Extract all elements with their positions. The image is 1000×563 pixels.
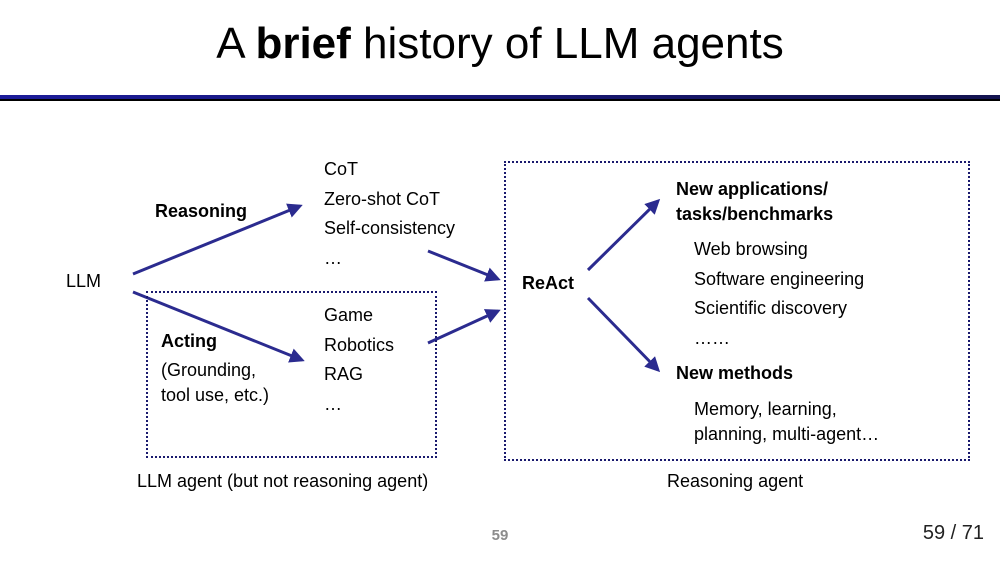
reasoning-agent-caption: Reasoning agent	[667, 471, 804, 491]
reasoning-list: CoT Zero-shot CoT Self-consistency …	[324, 158, 455, 276]
list-item: Self-consistency	[324, 218, 456, 238]
list-item: Game	[324, 305, 374, 325]
acting-sub-1: (Grounding,	[161, 360, 257, 380]
new-apps-line-1: New applications/	[676, 179, 829, 199]
acting-sub-2: tool use, etc.)	[161, 385, 270, 405]
list-item: ……	[694, 327, 730, 348]
arrow-acting-to-react	[427, 309, 501, 345]
methods-line-2: planning, multi-agent…	[694, 424, 880, 444]
list-item: RAG	[324, 364, 364, 384]
new-apps-line-2: tasks/benchmarks	[676, 204, 834, 224]
list-item: Scientific discovery	[694, 298, 848, 318]
llm-agent-caption: LLM agent (but not reasoning agent)	[137, 471, 429, 491]
list-item: CoT	[324, 159, 359, 179]
list-item: …	[324, 393, 342, 414]
list-item: Web browsing	[694, 239, 808, 259]
slide-number: 59	[491, 527, 509, 544]
llm-label: LLM	[66, 271, 102, 291]
methods-line-1: Memory, learning,	[694, 399, 837, 419]
app-list: Web browsing Software engineering Scient…	[694, 238, 864, 356]
list-item: Zero-shot CoT	[324, 188, 441, 209]
new-methods-label: New methods	[676, 363, 794, 383]
list-item: Software engineering	[694, 268, 865, 289]
page-counter: 59 / 71	[922, 522, 984, 544]
react-label: ReAct	[522, 273, 575, 293]
list-item: Robotics	[324, 334, 395, 355]
reasoning-label: Reasoning	[155, 201, 248, 221]
acting-list: Game Robotics RAG …	[324, 304, 394, 422]
acting-label: Acting	[161, 331, 217, 351]
list-item: …	[324, 247, 342, 268]
